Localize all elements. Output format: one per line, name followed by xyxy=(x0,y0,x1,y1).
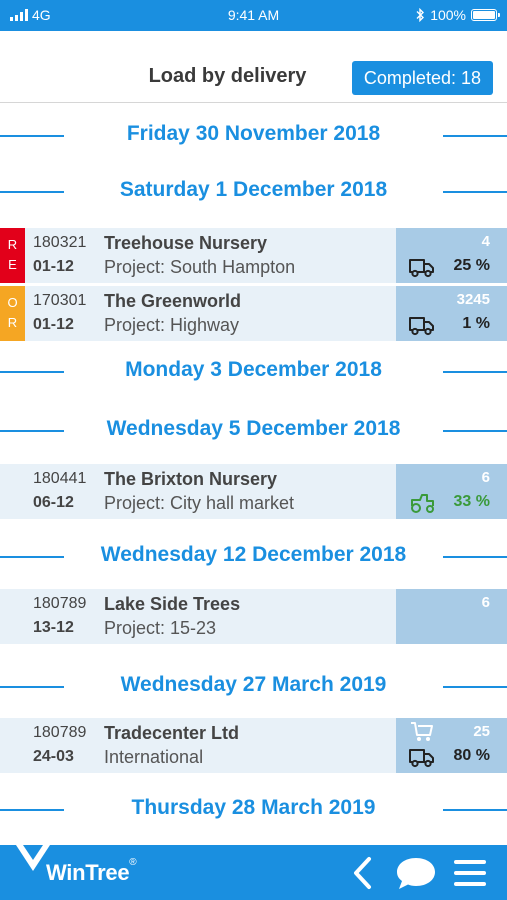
battery-icon xyxy=(471,9,500,21)
customer-name: Tradecenter Ltd xyxy=(104,723,240,743)
order-date: 06-12 xyxy=(33,494,74,511)
logo-mark-icon xyxy=(16,845,50,871)
order-row[interactable]: 180441 06-12 The Brixton Nursery Project… xyxy=(0,464,507,519)
customer-name: The Brixton Nursery xyxy=(104,469,278,489)
order-quantity: 3245 xyxy=(456,291,490,308)
status-tag: OR xyxy=(0,286,25,341)
progress-percent: 80 % xyxy=(453,747,490,764)
customer-name: Treehouse Nursery xyxy=(104,233,268,253)
status-bar: 4G 9:41 AM 100% xyxy=(0,0,507,31)
date-header: Monday 3 December 2018 xyxy=(0,356,507,386)
cart-icon xyxy=(411,722,433,741)
delivery-list[interactable]: Friday 30 November 2018 Saturday 1 Decem… xyxy=(0,104,507,845)
hamburger-menu-icon xyxy=(454,859,486,886)
progress-percent: 25 % xyxy=(453,257,490,274)
date-header-label: Monday 3 December 2018 xyxy=(125,358,382,381)
order-quantity: 6 xyxy=(481,594,490,611)
order-quantity: 6 xyxy=(481,469,490,486)
truck-icon xyxy=(409,259,434,278)
project-name: Project: City hall market xyxy=(104,493,295,513)
order-number: 170301 xyxy=(33,292,87,309)
status-right: 100% xyxy=(416,7,500,23)
project-name: International xyxy=(104,747,204,767)
chat-bubble-icon xyxy=(397,857,435,889)
date-header-label: Wednesday 5 December 2018 xyxy=(106,417,401,440)
date-header: Wednesday 27 March 2019 xyxy=(0,671,507,701)
project-name: Project: Highway xyxy=(104,315,240,335)
header: Load by delivery Completed: 18 xyxy=(0,31,507,103)
date-header: Wednesday 5 December 2018 xyxy=(0,415,507,445)
date-header-label: Thursday 28 March 2019 xyxy=(131,796,376,819)
date-header: Friday 30 November 2018 xyxy=(0,120,507,150)
order-status-panel: 6 33 % xyxy=(396,464,507,519)
project-name: Project: 15-23 xyxy=(104,618,217,638)
progress-percent: 33 % xyxy=(453,493,490,510)
date-header-label: Wednesday 12 December 2018 xyxy=(100,543,407,566)
date-header: Saturday 1 December 2018 xyxy=(0,176,507,206)
order-date: 01-12 xyxy=(33,258,74,275)
order-number: 180789 xyxy=(33,595,87,612)
order-number: 180321 xyxy=(33,234,87,251)
progress-percent: 1 % xyxy=(462,315,490,332)
order-row[interactable]: 180789 13-12 Lake Side Trees Project: 15… xyxy=(0,589,507,644)
chevron-left-icon xyxy=(354,856,371,889)
project-name: Project: South Hampton xyxy=(104,257,296,277)
date-header-label: Wednesday 27 March 2019 xyxy=(120,673,387,696)
order-row[interactable]: 180789 24-03 Tradecenter Ltd Internation… xyxy=(0,718,507,773)
customer-name: Lake Side Trees xyxy=(104,594,241,614)
order-date: 24-03 xyxy=(33,748,74,765)
customer-name: The Greenworld xyxy=(104,291,242,311)
order-date: 13-12 xyxy=(33,619,74,636)
wintree-logo: WinTree ® xyxy=(16,845,137,900)
truck-icon xyxy=(409,749,434,768)
order-quantity: 25 xyxy=(473,723,490,740)
completed-button[interactable]: Completed: 18 xyxy=(351,61,493,95)
menu-button[interactable] xyxy=(450,845,490,900)
order-row[interactable]: RE 180321 01-12 Treehouse Nursery Projec… xyxy=(0,228,507,283)
brand-registered-mark: ® xyxy=(129,857,137,868)
footer-bar: WinTree ® xyxy=(0,845,507,900)
brand-name: WinTree xyxy=(46,859,130,885)
date-header-label: Saturday 1 December 2018 xyxy=(119,178,388,201)
bluetooth-icon xyxy=(416,8,425,22)
order-status-panel: 25 80 % xyxy=(396,718,507,773)
order-status-panel: 4 25 % xyxy=(396,228,507,283)
truck-icon xyxy=(409,317,434,336)
status-tag: RE xyxy=(0,228,25,283)
order-quantity: 4 xyxy=(481,233,490,250)
date-header: Thursday 28 March 2019 xyxy=(0,794,507,824)
back-button[interactable] xyxy=(342,845,382,900)
order-status-panel: 3245 1 % xyxy=(396,286,507,341)
order-status-panel: 6 xyxy=(396,589,507,644)
order-row[interactable]: OR 170301 01-12 The Greenworld Project: … xyxy=(0,286,507,341)
order-number: 180441 xyxy=(33,470,87,487)
battery-label: 100% xyxy=(430,7,466,23)
tractor-icon xyxy=(411,494,434,513)
chat-button[interactable] xyxy=(392,845,440,900)
order-number: 180789 xyxy=(33,724,87,741)
date-header: Wednesday 12 December 2018 xyxy=(0,541,507,571)
date-header-label: Friday 30 November 2018 xyxy=(126,122,381,145)
order-date: 01-12 xyxy=(33,316,74,333)
